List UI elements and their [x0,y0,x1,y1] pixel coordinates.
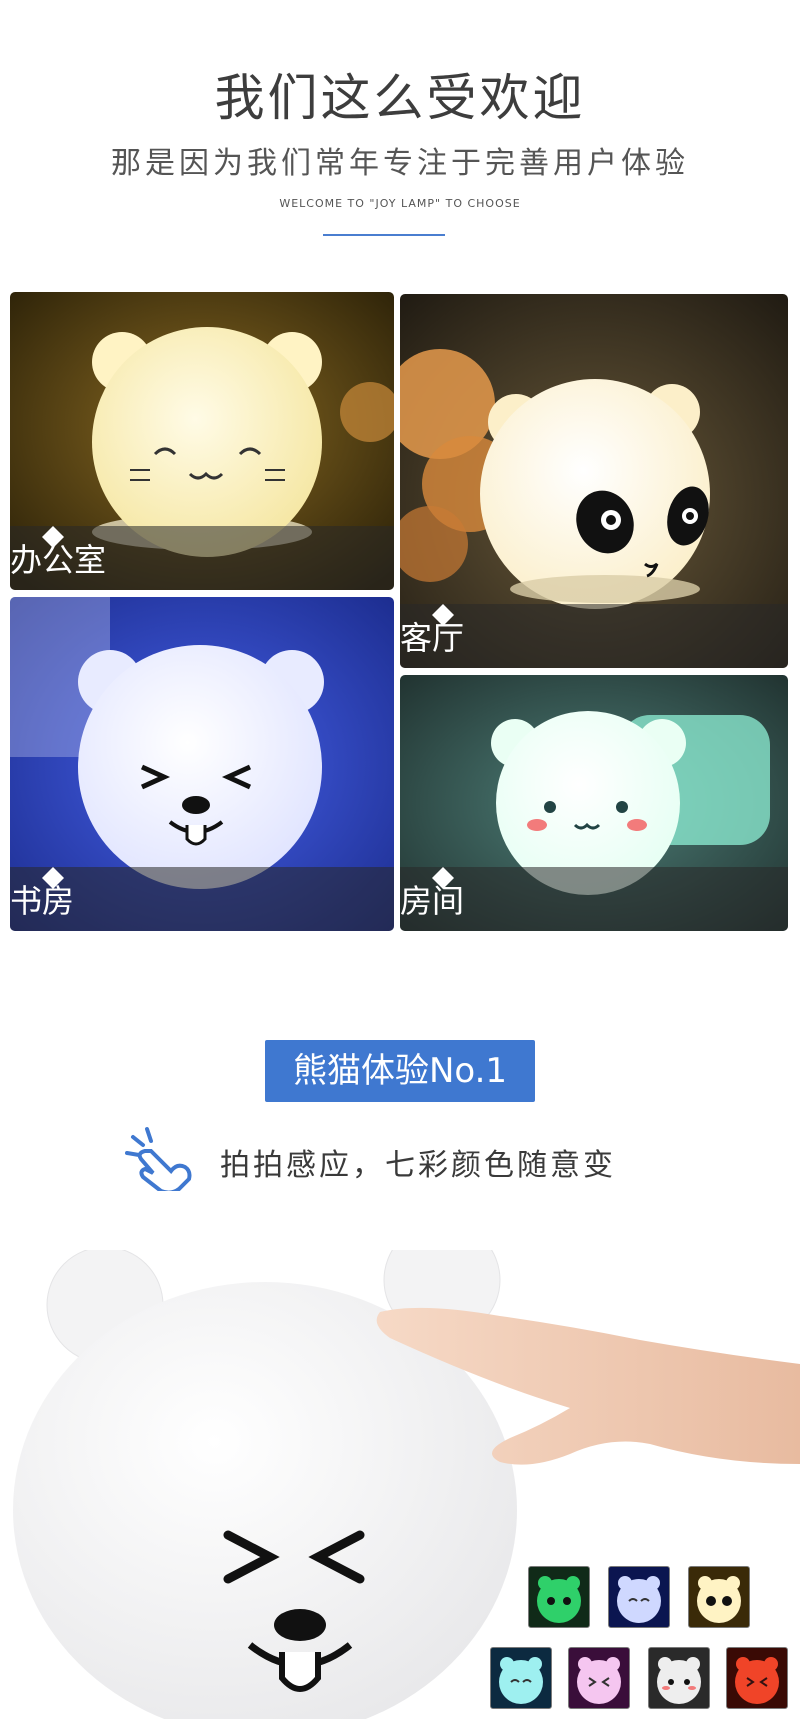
hand-tap-icon [125,1127,192,1191]
diamond-icon [432,604,454,626]
gallery-caption: 房间 [400,867,788,931]
page-tagline: WELCOME TO "JOY LAMP" TO CHOOSE [279,197,521,210]
gallery-tile-bedroom: 房间 [400,675,788,931]
gallery-tile-study: 书房 [10,597,394,931]
color-variant-thumb [648,1647,710,1709]
gallery-caption: 客厅 [400,604,788,668]
gallery-tile-living-room: 客厅 [400,294,788,668]
feature-badge: 熊猫体验No.1 [265,1040,535,1102]
page-title: 我们这么受欢迎 [214,69,586,127]
gallery-tile-office: 办公室 [10,292,394,590]
tap-feature-text: 拍拍感应，七彩颜色随意变 [220,1148,616,1183]
color-variant-thumb [490,1647,552,1709]
page-subtitle: 那是因为我们常年专注于完善用户体验 [111,146,689,181]
color-variant-thumb [528,1566,590,1628]
diamond-icon [42,526,64,548]
gallery-caption: 办公室 [10,526,394,590]
title-divider [323,234,445,236]
diamond-icon [42,867,64,889]
color-variant-thumb [726,1647,788,1709]
diamond-icon [432,867,454,889]
color-variant-thumb [568,1647,630,1709]
gallery-caption: 书房 [10,867,394,931]
color-variant-thumb [688,1566,750,1628]
color-variant-thumb [608,1566,670,1628]
